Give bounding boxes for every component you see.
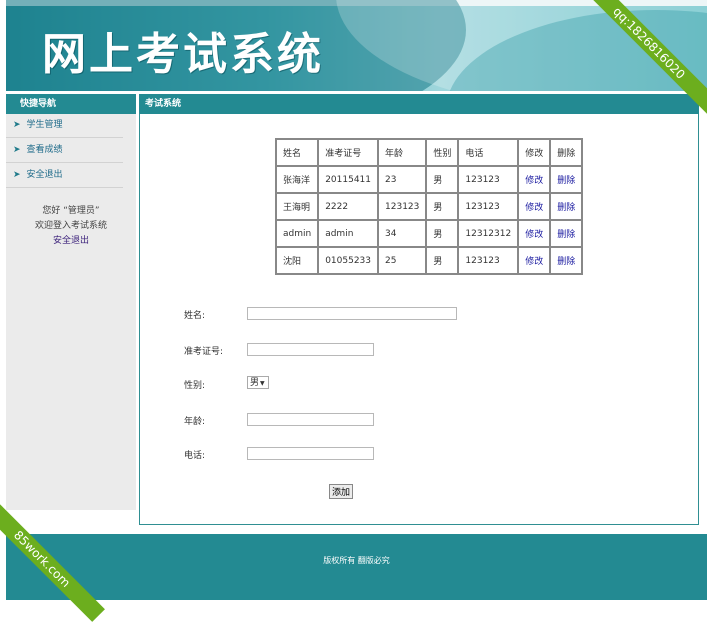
welcome-text: 欢迎登入考试系统	[34, 221, 107, 231]
table-row: 张海洋 20115411 23 男 123123 修改 删除	[276, 166, 583, 193]
delete-link[interactable]: 删除	[557, 203, 575, 213]
table-row: 沈阳 01055233 25 男 123123 修改 删除	[276, 247, 583, 274]
edit-link[interactable]: 修改	[525, 230, 543, 240]
cell-phone: 123123	[458, 247, 519, 274]
form-row-exam-id: 准考证号:	[184, 343, 374, 357]
column-header: 电话	[458, 139, 519, 166]
edit-link[interactable]: 修改	[525, 176, 543, 186]
form-row-phone: 电话:	[184, 447, 374, 461]
sidebar-heading: 快捷导航	[6, 94, 136, 114]
gender-selected-value: 男	[250, 378, 260, 388]
copyright-text: 版权所有 翻版必究	[323, 556, 390, 565]
table-row: 王海明 2222 123123 男 123123 修改 删除	[276, 193, 583, 220]
cell-delete: 删除	[550, 166, 583, 193]
cell-phone: 123123	[458, 193, 519, 220]
cell-gender: 男	[426, 247, 459, 274]
cell-exam-id: 20115411	[318, 166, 379, 193]
cell-edit: 修改	[518, 247, 551, 274]
cell-gender: 男	[426, 220, 459, 247]
form-row-age: 年龄:	[184, 413, 374, 427]
form-row-name: 姓名:	[184, 307, 457, 321]
cell-age: 25	[378, 247, 427, 274]
site-title: 网上考试系统	[42, 29, 324, 80]
sidebar-item-label: 学生管理	[26, 120, 63, 130]
edit-link[interactable]: 修改	[525, 257, 543, 267]
gender-select[interactable]: 男▼	[247, 376, 269, 389]
exam-id-label: 准考证号:	[184, 347, 224, 357]
column-header: 准考证号	[318, 139, 379, 166]
form-row-gender: 性别: 男▼	[184, 376, 269, 391]
name-input[interactable]	[247, 307, 457, 320]
welcome-block: 您好 “管理员” 欢迎登入考试系统 安全退出	[6, 204, 136, 249]
cell-age: 123123	[378, 193, 427, 220]
delete-link[interactable]: 删除	[557, 176, 575, 186]
sidebar-item-label: 查看成绩	[26, 145, 63, 155]
cell-exam-id: 2222	[318, 193, 379, 220]
sidebar-item-view-scores[interactable]: ➤ 查看成绩	[6, 139, 123, 163]
name-label: 姓名:	[184, 311, 206, 321]
sidebar-item-student-management[interactable]: ➤ 学生管理	[6, 114, 123, 138]
main-panel: 考试系统 姓名 准考证号 年龄 性别 电话 修改 删除 张海洋 20115411…	[139, 94, 699, 525]
edit-link[interactable]: 修改	[525, 203, 543, 213]
cell-name: 张海洋	[276, 166, 319, 193]
column-header: 姓名	[276, 139, 319, 166]
cell-delete: 删除	[550, 193, 583, 220]
cell-edit: 修改	[518, 220, 551, 247]
cell-gender: 男	[426, 166, 459, 193]
main-heading: 考试系统	[139, 94, 699, 114]
arrow-right-icon: ➤	[13, 145, 21, 155]
sidebar-item-logout[interactable]: ➤ 安全退出	[6, 164, 123, 188]
exam-id-input[interactable]	[247, 343, 374, 356]
delete-link[interactable]: 删除	[557, 230, 575, 240]
gender-label: 性别:	[184, 381, 206, 391]
column-header: 年龄	[378, 139, 427, 166]
phone-label: 电话:	[184, 451, 206, 461]
greeting-text: 您好 “管理员”	[42, 206, 100, 216]
cell-edit: 修改	[518, 166, 551, 193]
cell-delete: 删除	[550, 247, 583, 274]
arrow-right-icon: ➤	[13, 170, 21, 180]
site-footer: 版权所有 翻版必究	[6, 534, 707, 600]
cell-name: 王海明	[276, 193, 319, 220]
arrow-right-icon: ➤	[13, 120, 21, 130]
delete-link[interactable]: 删除	[557, 257, 575, 267]
add-button[interactable]: 添加	[329, 484, 353, 499]
cell-phone: 123123	[458, 166, 519, 193]
cell-delete: 删除	[550, 220, 583, 247]
student-table: 姓名 准考证号 年龄 性别 电话 修改 删除 张海洋 20115411 23 男…	[275, 138, 584, 275]
sidebar: 快捷导航 ➤ 学生管理 ➤ 查看成绩 ➤ 安全退出 您好 “管理员” 欢迎登入考试系统…	[6, 94, 136, 510]
column-header: 修改	[518, 139, 551, 166]
cell-age: 34	[378, 220, 427, 247]
cell-exam-id: admin	[318, 220, 379, 247]
logout-link[interactable]: 安全退出	[6, 234, 136, 249]
column-header: 性别	[426, 139, 459, 166]
cell-edit: 修改	[518, 193, 551, 220]
cell-name: admin	[276, 220, 319, 247]
site-header: 网上考试系统	[6, 0, 707, 91]
table-header-row: 姓名 准考证号 年龄 性别 电话 修改 删除	[276, 139, 583, 166]
sidebar-item-label: 安全退出	[26, 170, 63, 180]
phone-input[interactable]	[247, 447, 374, 460]
cell-name: 沈阳	[276, 247, 319, 274]
table-row: admin admin 34 男 12312312 修改 删除	[276, 220, 583, 247]
age-input[interactable]	[247, 413, 374, 426]
column-header: 删除	[550, 139, 583, 166]
cell-exam-id: 01055233	[318, 247, 379, 274]
dropdown-arrow-icon: ▼	[260, 380, 265, 387]
cell-gender: 男	[426, 193, 459, 220]
age-label: 年龄:	[184, 417, 206, 427]
cell-age: 23	[378, 166, 427, 193]
cell-phone: 12312312	[458, 220, 519, 247]
